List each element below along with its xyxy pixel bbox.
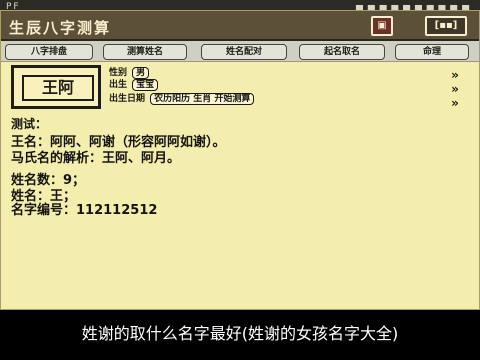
tab-test-name[interactable]: 测算姓名 — [103, 44, 187, 60]
next-arrow-icon[interactable]: » — [449, 69, 461, 81]
field-birth-date-value[interactable]: 农历阳历 生肖 开始测算 — [150, 92, 255, 105]
title-bar: 生辰八字测算 ▣ [▪▪] — [1, 11, 479, 41]
app-screen: 生辰八字测算 ▣ [▪▪] 八字排盘 测算姓名 姓名配对 起名取名 命理 王阿 … — [0, 10, 480, 310]
avatar: 王阿 — [11, 65, 101, 109]
field-birth-value[interactable]: 宝宝 — [132, 78, 159, 91]
avatar-label: 王阿 — [22, 75, 94, 101]
field-gender: 性别 男 — [109, 65, 150, 79]
next-arrow-icon[interactable]: » — [449, 83, 461, 95]
caption: 姓谢的取什么名字最好(姓谢的女孩名字大全) — [0, 312, 480, 360]
field-birth-date-label: 出生日期 — [109, 94, 146, 104]
field-birth-label: 出生 — [109, 80, 128, 90]
battery-button[interactable]: [▪▪] — [425, 16, 467, 36]
tab-bazi[interactable]: 八字排盘 — [5, 44, 93, 60]
tab-naming[interactable]: 起名取名 — [299, 44, 385, 60]
field-birth-date: 出生日期 农历阳历 生肖 开始测算 — [109, 91, 255, 105]
tab-fate[interactable]: 命理 — [395, 44, 469, 60]
next-arrow-icon[interactable]: » — [449, 97, 461, 109]
field-birth: 出生 宝宝 — [109, 77, 159, 91]
app-title: 生辰八字测算 — [9, 19, 112, 37]
result-line: 名字编号：112112512 — [11, 203, 158, 218]
tab-name-match[interactable]: 姓名配对 — [201, 44, 287, 60]
tab-bar: 八字排盘 测算姓名 姓名配对 起名取名 命理 — [1, 41, 479, 62]
result-line: 测试： — [11, 117, 48, 131]
window-button[interactable]: ▣ — [371, 16, 393, 36]
result-line: 马氏名的解析：王阿、阿月。 — [11, 151, 181, 166]
